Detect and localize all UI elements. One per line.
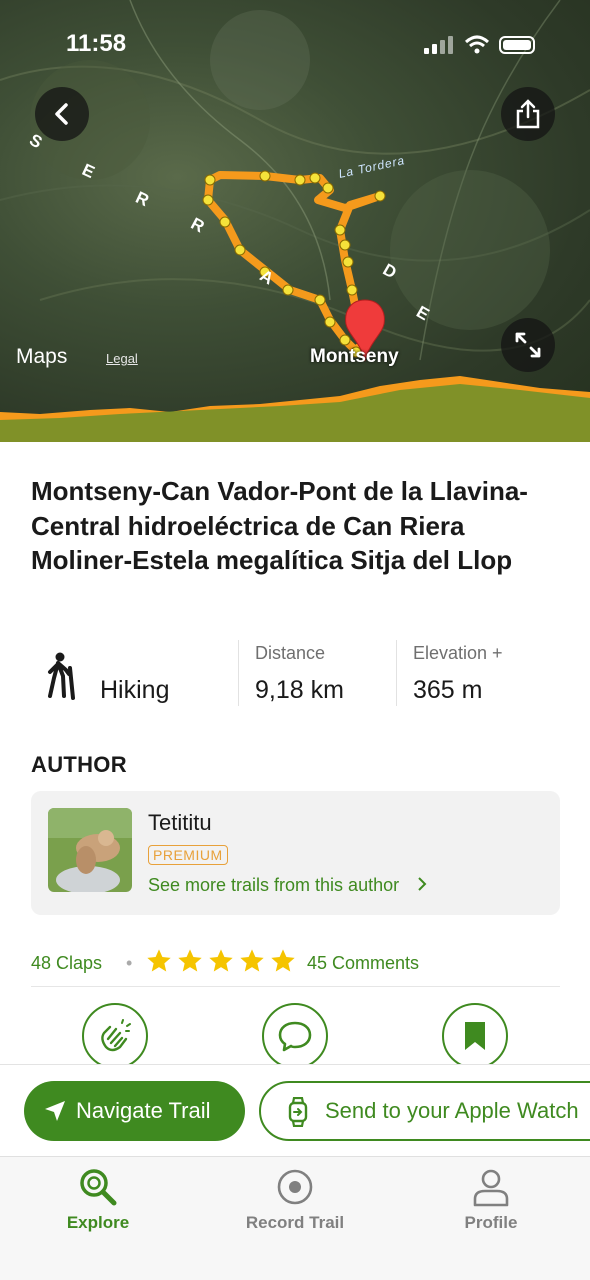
tab-bar: Explore Record Trail Profile bbox=[0, 1156, 590, 1280]
stat-divider bbox=[396, 640, 397, 706]
action-bar: Navigate Trail Send to your Apple Watch bbox=[0, 1064, 590, 1156]
activity-type: Hiking bbox=[100, 676, 170, 704]
map-terrain: S E R R A D E bbox=[0, 0, 590, 442]
navigate-trail-button[interactable]: Navigate Trail bbox=[24, 1081, 245, 1141]
tab-profile[interactable]: Profile bbox=[416, 1165, 566, 1235]
rating-stars bbox=[145, 947, 297, 975]
comments-count[interactable]: 45 Comments bbox=[307, 953, 419, 974]
star-icon bbox=[178, 949, 202, 972]
tab-record-trail-label: Record Trail bbox=[245, 1213, 345, 1232]
maps-logo-text: Maps bbox=[16, 345, 68, 368]
avatar bbox=[48, 808, 132, 892]
navigation-arrow-icon bbox=[45, 1101, 65, 1121]
share-button[interactable] bbox=[501, 87, 555, 141]
author-name[interactable]: Tetititu bbox=[148, 810, 212, 836]
place-label: Montseny bbox=[310, 346, 399, 367]
status-time: 11:58 bbox=[66, 30, 127, 57]
trail-map[interactable]: S E R R A D E La Tordera Montseny Maps L… bbox=[0, 0, 590, 442]
comment-button[interactable] bbox=[262, 1003, 328, 1069]
range-letter: R bbox=[133, 188, 152, 210]
save-button[interactable] bbox=[442, 1003, 508, 1069]
star-icon bbox=[147, 949, 171, 972]
tab-profile-label: Profile bbox=[464, 1213, 518, 1232]
divider bbox=[31, 986, 560, 987]
premium-badge: PREMIUM bbox=[148, 845, 228, 865]
star-icon bbox=[240, 949, 264, 972]
elevation-label: Elevation + bbox=[413, 643, 503, 663]
status-icons bbox=[424, 35, 535, 54]
send-to-watch-button[interactable]: Send to your Apple Watch bbox=[259, 1081, 590, 1141]
status-bar: 11:58 bbox=[0, 30, 590, 60]
distance-value: 9,18 km bbox=[255, 676, 344, 704]
author-card[interactable]: Tetititu PREMIUM See more trails from th… bbox=[31, 791, 560, 915]
separator-dot: • bbox=[126, 953, 133, 973]
tab-record-trail[interactable]: Record Trail bbox=[220, 1165, 370, 1235]
elevation-value: 365 m bbox=[413, 676, 483, 704]
expand-map-button[interactable] bbox=[501, 318, 555, 372]
tab-explore-label: Explore bbox=[66, 1213, 130, 1232]
star-icon bbox=[271, 949, 295, 972]
navigate-trail-label: Navigate Trail bbox=[76, 1098, 211, 1123]
trail-title: Montseny-Can Vador-Pont de la Llavina-Ce… bbox=[31, 476, 528, 575]
author-heading: AUTHOR bbox=[31, 752, 127, 777]
clap-button[interactable] bbox=[82, 1003, 148, 1069]
clap-hands-icon bbox=[101, 1019, 131, 1052]
bookmark-icon bbox=[465, 1022, 485, 1050]
more-trails-link[interactable]: See more trails from this author bbox=[148, 875, 428, 896]
profile-icon bbox=[473, 1169, 509, 1207]
chevron-left-icon bbox=[55, 103, 68, 125]
distance-label: Distance bbox=[255, 643, 326, 663]
star-icon bbox=[209, 949, 233, 972]
search-icon bbox=[80, 1169, 117, 1206]
range-letter: R bbox=[188, 214, 208, 237]
back-button[interactable] bbox=[35, 87, 89, 141]
maps-attribution: Maps bbox=[16, 345, 67, 369]
maps-legal-link[interactable]: Legal bbox=[106, 351, 138, 366]
claps-count[interactable]: 48 Claps bbox=[31, 953, 102, 974]
hiker-icon bbox=[48, 652, 75, 700]
trail-stats: Hiking Distance 9,18 km Elevation + 365 … bbox=[0, 636, 590, 712]
expand-icon bbox=[515, 332, 541, 358]
stat-divider bbox=[238, 640, 239, 706]
apple-watch-icon bbox=[288, 1097, 308, 1127]
send-to-watch-label: Send to your Apple Watch bbox=[325, 1098, 579, 1123]
tab-explore[interactable]: Explore bbox=[23, 1165, 173, 1235]
record-icon bbox=[277, 1169, 313, 1205]
social-summary: 48 Claps • 45 Comments bbox=[31, 947, 560, 980]
chevron-right-icon bbox=[418, 877, 427, 891]
more-trails-label: See more trails from this author bbox=[148, 875, 400, 895]
speech-bubble-icon bbox=[278, 1021, 312, 1052]
share-icon bbox=[516, 99, 540, 129]
